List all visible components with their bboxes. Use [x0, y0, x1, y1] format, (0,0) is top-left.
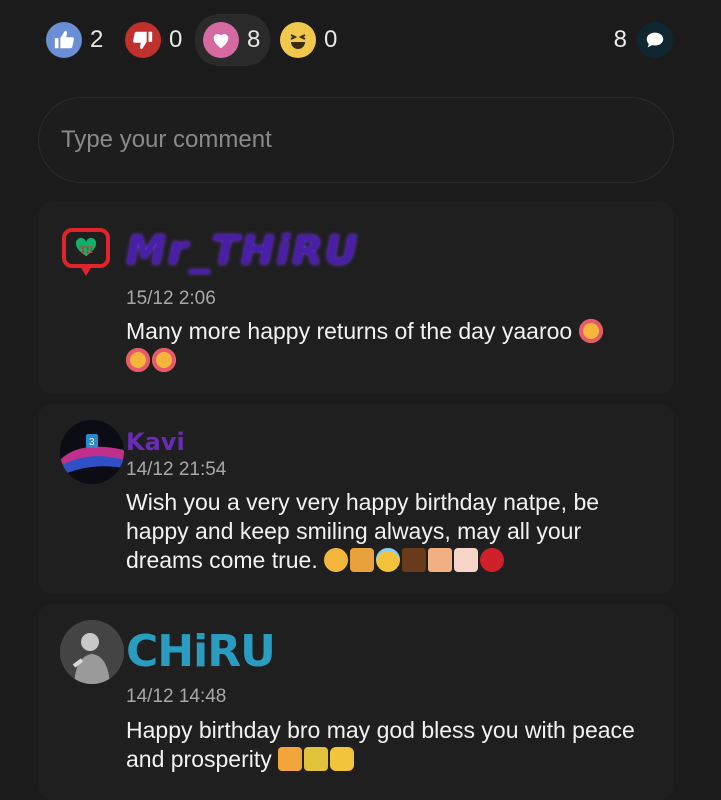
comment-text-body: Happy birthday bro may god bless you wit… [126, 717, 635, 772]
like-reaction[interactable]: 2 [46, 22, 103, 58]
comment-text: Many more happy returns of the day yaaro… [126, 317, 646, 375]
confetti-icon [304, 747, 329, 771]
comment-timestamp: 15/12 2:06 [126, 288, 216, 309]
laughing-face-icon [280, 22, 316, 58]
dislike-count: 0 [169, 26, 183, 53]
smiling-face-hearts-icon [152, 348, 176, 372]
comment-input-container [38, 97, 674, 183]
comment-card: 3 Kavi 14/12 21:54 Wish you a very very … [38, 404, 674, 594]
thumbs-down-icon [125, 22, 161, 58]
comment-timestamp: 14/12 21:54 [126, 459, 227, 480]
smiling-face-hearts-icon [126, 348, 150, 372]
avatar[interactable]: 3 [60, 420, 124, 484]
author-name[interactable]: Kavi [126, 428, 185, 456]
author-name[interactable]: CHiRU [126, 626, 276, 677]
avatar[interactable]: TH [60, 224, 124, 288]
author-name[interactable]: Mr_THiRU [126, 228, 359, 274]
victory-hand-icon [330, 747, 355, 771]
smiling-face-hearts-icon [578, 319, 603, 343]
avatar[interactable] [60, 620, 124, 684]
halo-face-icon [376, 548, 401, 572]
comment-timestamp: 14/12 14:48 [126, 686, 227, 707]
comment-text: Happy birthday bro may god bless you wit… [126, 716, 646, 774]
love-count: 8 [247, 26, 261, 53]
cake-slice-icon [428, 548, 453, 572]
comments-count: 8 [613, 26, 627, 53]
svg-text:3: 3 [89, 437, 95, 448]
bouquet-icon [350, 548, 375, 572]
heart-icon [203, 22, 239, 58]
dislike-reaction[interactable]: 0 [125, 22, 182, 58]
comment-card: CHiRU 14/12 14:48 Happy birthday bro may… [38, 604, 674, 800]
haha-reaction[interactable]: 0 [280, 22, 337, 58]
comment-card: TH Mr_THiRU 15/12 2:06 Many more happy r… [38, 202, 674, 394]
comments-counter[interactable]: 8 [614, 22, 673, 58]
party-popper-icon [278, 747, 303, 771]
love-reaction[interactable]: 8 [195, 14, 271, 66]
like-count: 2 [90, 26, 104, 53]
comment-text: Wish you a very very happy birthday natp… [126, 488, 646, 575]
rose-icon [480, 548, 505, 572]
thumbs-up-icon [46, 22, 82, 58]
comment-text-body: Many more happy returns of the day yaaro… [126, 318, 573, 344]
svg-text:TH: TH [80, 245, 93, 255]
hugging-face-icon [324, 548, 349, 572]
haha-count: 0 [324, 26, 338, 53]
comment-input[interactable] [59, 125, 623, 155]
reaction-bar: 2 0 8 0 8 [0, 0, 721, 84]
chocolate-icon [402, 548, 427, 572]
chat-bubble-icon [637, 22, 673, 58]
birthday-cake-icon [454, 548, 479, 572]
